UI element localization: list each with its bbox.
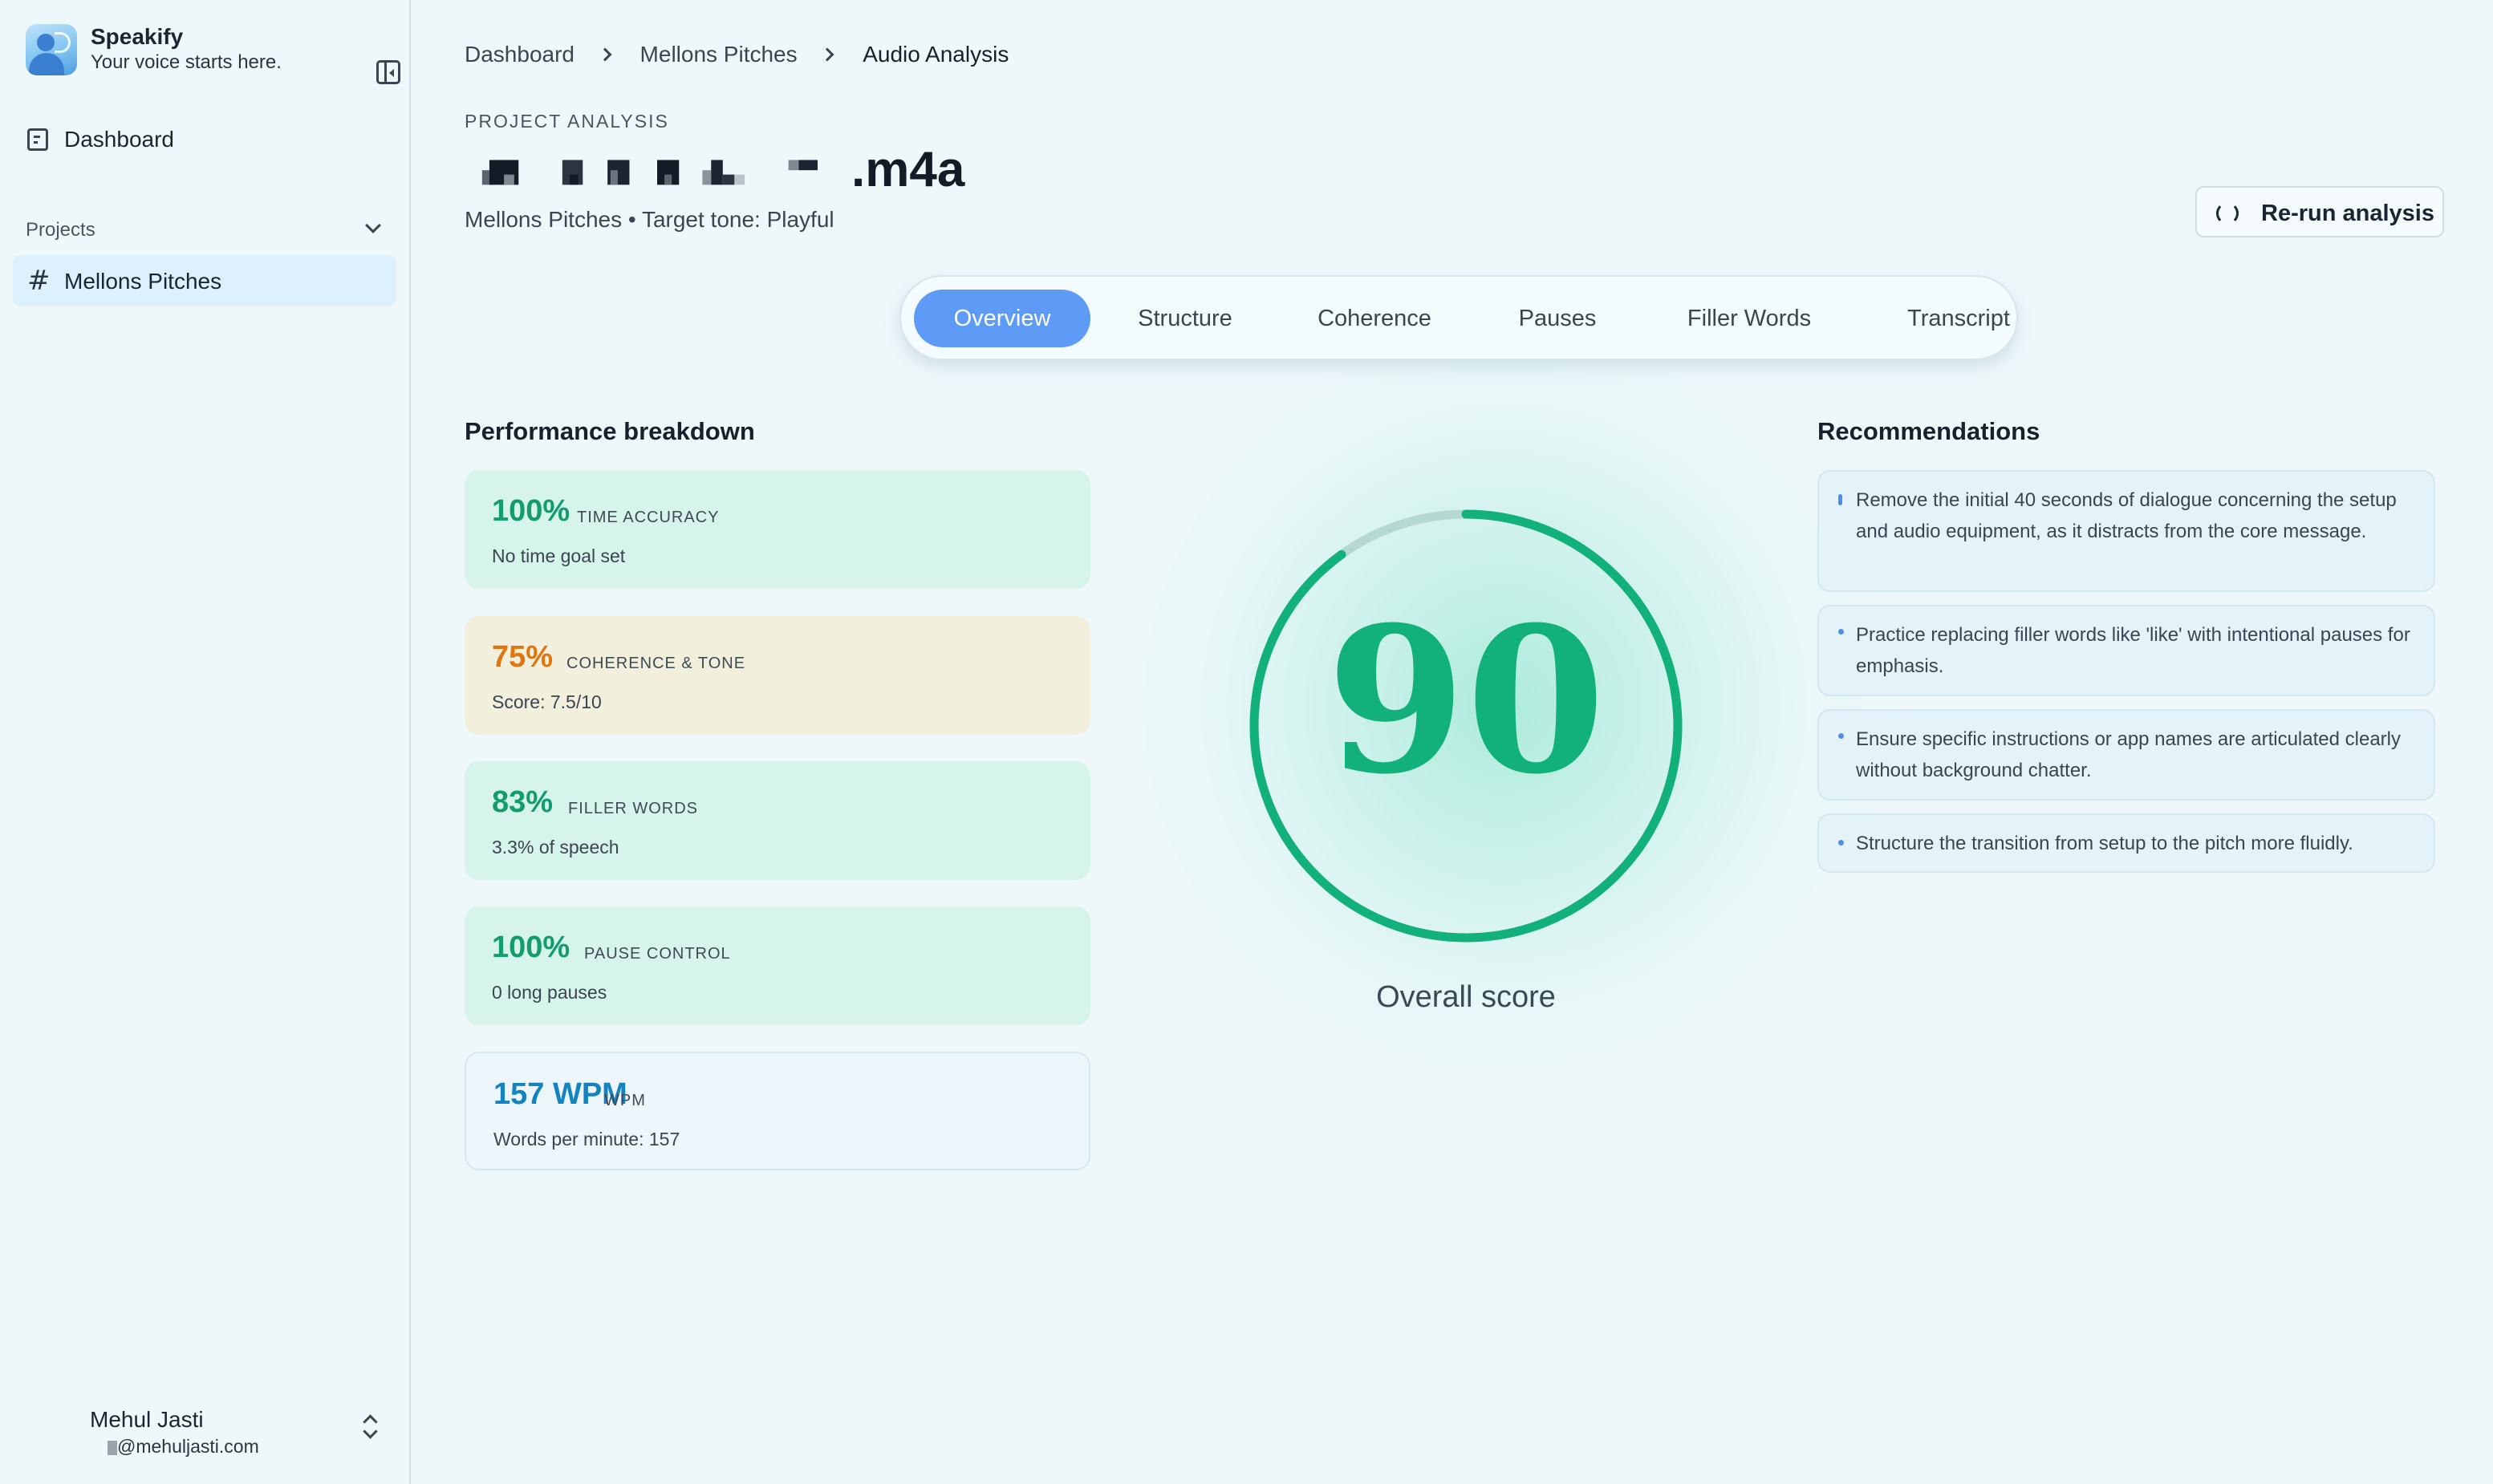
metric-caption: PAUSE CONTROL xyxy=(584,945,731,963)
projects-section-label: Projects xyxy=(26,219,95,241)
tab-overview[interactable]: Overview xyxy=(914,290,1090,347)
bullet-dot-icon xyxy=(1838,733,1844,739)
metric-caption: COHERENCE & TONE xyxy=(566,655,746,672)
metric-time-accuracy: 100% TIME ACCURACY No time goal set xyxy=(465,470,1090,589)
overall-score-ring: 90 xyxy=(1237,497,1695,955)
recommendation-item: Practice replacing filler words like 'li… xyxy=(1817,605,2435,696)
overall-score-label: Overall score xyxy=(1376,980,1556,1014)
metric-detail: 3.3% of speech xyxy=(492,837,619,858)
user-menu[interactable]: Mehul Jasti @mehuljasti.com xyxy=(80,1405,401,1462)
breadcrumb: Dashboard Mellons Pitches Audio Analysis xyxy=(465,40,1009,69)
bullet-dot-icon xyxy=(1838,494,1842,505)
recommendation-text: Practice replacing filler words like 'li… xyxy=(1856,624,2410,677)
app-name: Speakify xyxy=(91,24,184,49)
analysis-tabs: Overview Structure Coherence Pauses Fill… xyxy=(899,275,2018,360)
metric-detail: Words per minute: 157 xyxy=(493,1129,680,1149)
metric-caption: WPM xyxy=(604,1092,646,1109)
metric-filler-words: 83% FILLER WORDS 3.3% of speech xyxy=(465,761,1090,880)
sidebar-item-label: Dashboard xyxy=(64,127,174,152)
recommendation-item: Remove the initial 40 seconds of dialogu… xyxy=(1817,470,2435,592)
bullet-dot-icon xyxy=(1838,840,1844,845)
brand: Speakify Your voice starts here. xyxy=(26,22,400,84)
tab-transcript[interactable]: Transcript xyxy=(1862,290,2055,347)
sidebar-item-dashboard[interactable]: Dashboard xyxy=(13,120,396,159)
breadcrumb-project[interactable]: Mellons Pitches xyxy=(640,42,798,67)
recommendation-item: Ensure specific instructions or app name… xyxy=(1817,709,2435,801)
metric-value: 75% xyxy=(492,640,554,674)
tab-structure[interactable]: Structure xyxy=(1100,290,1270,347)
email-redaction xyxy=(108,1441,117,1455)
hash-icon: # xyxy=(27,265,51,297)
recommendation-item: Structure the transition from setup to t… xyxy=(1817,813,2435,873)
metric-pause-control: 100% PAUSE CONTROL 0 long pauses xyxy=(465,906,1090,1025)
metric-detail: Score: 7.5/10 xyxy=(492,691,602,712)
metric-wpm: 157 WPM WPM Words per minute: 157 xyxy=(465,1052,1090,1170)
metric-detail: 0 long pauses xyxy=(492,982,607,1003)
metric-coherence-tone: 75% COHERENCE & TONE Score: 7.5/10 xyxy=(465,616,1090,735)
metric-caption: FILLER WORDS xyxy=(568,800,699,817)
app-tagline: Your voice starts here. xyxy=(91,51,282,73)
tab-coherence[interactable]: Coherence xyxy=(1277,290,1472,347)
chevron-up-down-icon xyxy=(361,1412,377,1444)
metric-detail: No time goal set xyxy=(492,545,626,566)
dashboard-icon xyxy=(27,128,48,151)
section-eyebrow: PROJECT ANALYSIS xyxy=(465,111,669,132)
metric-value: 100% xyxy=(492,494,570,528)
metric-value: 83% xyxy=(492,785,554,819)
chevron-right-icon xyxy=(820,47,834,62)
recommendation-text: Ensure specific instructions or app name… xyxy=(1856,728,2401,781)
sidebar-item-mellons-pitches[interactable]: # Mellons Pitches xyxy=(13,255,396,306)
rerun-analysis-button[interactable]: Re-run analysis xyxy=(2195,186,2444,237)
tab-filler-words[interactable]: Filler Words xyxy=(1642,290,1856,347)
bullet-dot-icon xyxy=(1838,629,1844,635)
speakify-logo xyxy=(26,24,77,75)
recommendation-text: Remove the initial 40 seconds of dialogu… xyxy=(1856,489,2397,542)
user-name: Mehul Jasti xyxy=(90,1407,204,1432)
rerun-analysis-label: Re-run analysis xyxy=(2261,201,2434,226)
projects-section-toggle[interactable]: Projects xyxy=(26,217,387,245)
tab-pauses[interactable]: Pauses xyxy=(1479,290,1636,347)
main-content: Dashboard Mellons Pitches Audio Analysis… xyxy=(412,0,2493,1484)
sidebar-collapse-icon[interactable] xyxy=(376,60,400,84)
metric-value: 100% xyxy=(492,931,570,964)
user-email: @mehuljasti.com xyxy=(117,1436,259,1457)
filename-redaction xyxy=(481,160,818,185)
performance-title: Performance breakdown xyxy=(465,417,755,445)
chevron-right-icon xyxy=(598,47,612,62)
recommendation-text: Structure the transition from setup to t… xyxy=(1856,833,2353,854)
recommendations-title: Recommendations xyxy=(1817,417,2040,445)
breadcrumb-current: Audio Analysis xyxy=(863,41,1009,67)
page-subtitle: Mellons Pitches • Target tone: Playful xyxy=(465,207,834,232)
overall-score-value: 90 xyxy=(1326,582,1606,818)
sidebar-item-label: Mellons Pitches xyxy=(64,269,222,294)
metric-caption: TIME ACCURACY xyxy=(577,509,720,526)
breadcrumb-dashboard[interactable]: Dashboard xyxy=(465,42,575,67)
chevron-down-icon xyxy=(365,217,381,233)
sidebar: Speakify Your voice starts here. Dashboa… xyxy=(0,0,411,1484)
file-extension: .m4a xyxy=(851,142,965,197)
refresh-icon xyxy=(2216,202,2239,225)
